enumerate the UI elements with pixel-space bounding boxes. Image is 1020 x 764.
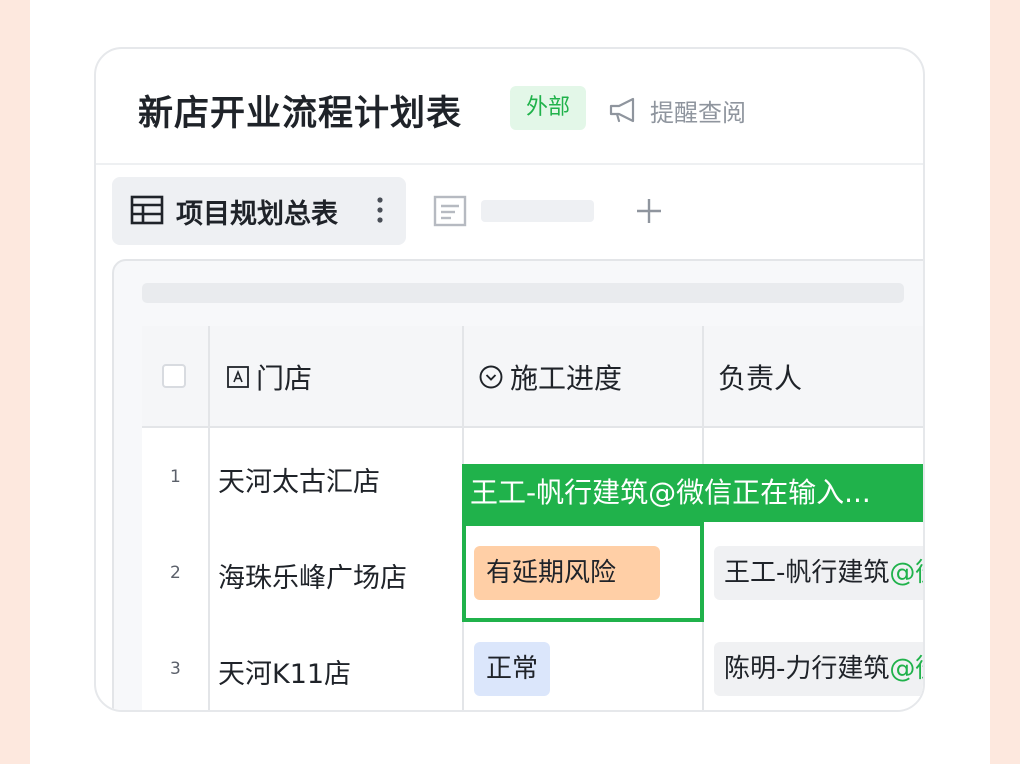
- row-number: 1: [170, 467, 181, 487]
- tab-project-plan[interactable]: 项目规划总表: [112, 177, 406, 245]
- remind-button[interactable]: 提醒查阅: [608, 92, 746, 128]
- text-field-icon: [227, 366, 249, 388]
- store-cell[interactable]: 海珠乐峰广场店: [218, 556, 407, 595]
- column-header-owner[interactable]: 负责人: [718, 357, 802, 397]
- form-icon[interactable]: [433, 195, 467, 227]
- tab-label: 项目规划总表: [176, 199, 338, 230]
- column-label: 负责人: [718, 362, 803, 395]
- single-select-icon: [479, 365, 503, 389]
- grid-table-icon: [130, 195, 164, 225]
- owner-tag[interactable]: 陈明-力行建筑@微: [714, 642, 923, 696]
- row-number: 3: [170, 659, 181, 679]
- store-cell[interactable]: 天河太古汇店: [218, 460, 380, 499]
- progress-tag-normal[interactable]: 正常: [474, 642, 551, 696]
- view-tabs: 项目规划总表: [96, 163, 923, 259]
- page-title: 新店开业流程计划表: [138, 94, 463, 134]
- plus-icon[interactable]: [635, 197, 663, 225]
- tab-second-placeholder[interactable]: [481, 200, 594, 222]
- toolbar-placeholder: [142, 283, 904, 303]
- owner-wechat-suffix: @微: [889, 558, 923, 588]
- store-cell[interactable]: 天河K11店: [218, 652, 351, 691]
- column-divider: [208, 326, 210, 710]
- megaphone-icon: [609, 97, 635, 123]
- document-header: 新店开业流程计划表 外部 提醒查阅: [96, 49, 923, 165]
- owner-tag[interactable]: 王工-帆行建筑@微: [714, 546, 923, 600]
- active-cell-outline: [462, 522, 704, 622]
- external-badge[interactable]: 外部: [510, 86, 586, 130]
- typing-indicator: 王工-帆行建筑@微信正在输入...: [462, 464, 923, 522]
- owner-wechat-suffix: @微: [889, 654, 923, 684]
- document-card: 新店开业流程计划表 外部 提醒查阅 项目规划总表 门店 施工进度 负责人 1 天…: [94, 47, 925, 712]
- column-header-progress[interactable]: 施工进度: [478, 357, 622, 397]
- remind-label: 提醒查阅: [650, 98, 746, 127]
- owner-name: 王工-帆行建筑: [724, 558, 890, 588]
- row-number: 2: [170, 563, 181, 583]
- column-label: 施工进度: [510, 362, 623, 395]
- more-vertical-icon[interactable]: [376, 195, 384, 225]
- select-all-checkbox[interactable]: [162, 364, 186, 388]
- owner-name: 陈明-力行建筑: [724, 654, 890, 684]
- data-table: 门店 施工进度 负责人 1 天河太古汇店 2 海珠乐峰广场店 有延期风险 王工-…: [112, 259, 923, 710]
- column-label: 门店: [256, 362, 313, 395]
- column-header-store[interactable]: 门店: [226, 357, 312, 397]
